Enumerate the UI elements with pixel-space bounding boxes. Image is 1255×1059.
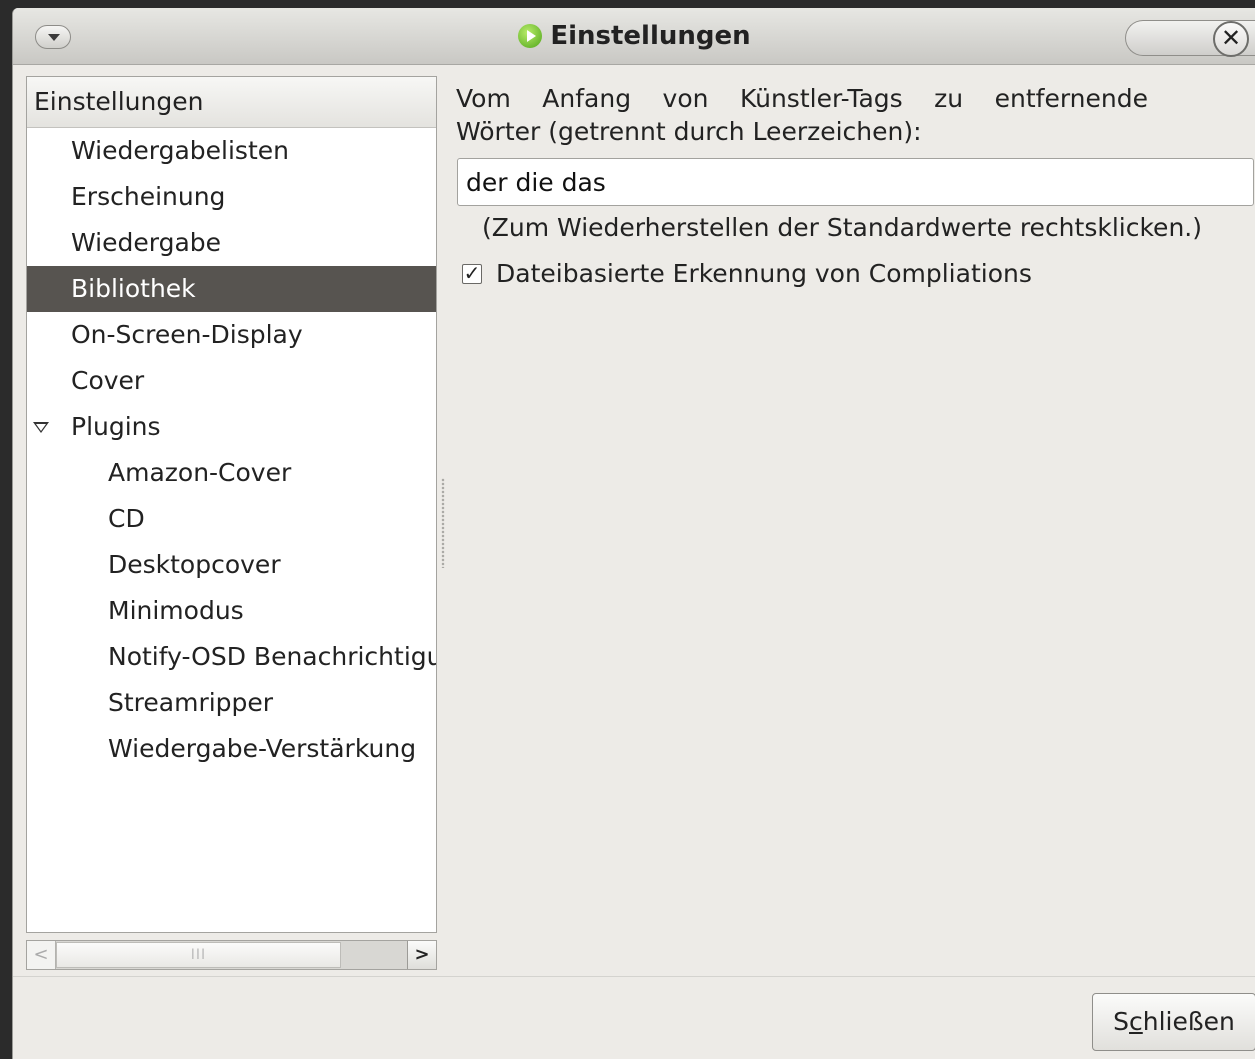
pane-resize-handle[interactable] xyxy=(441,478,445,568)
tree-item-plugin-minimodus[interactable]: Minimodus xyxy=(27,588,436,634)
close-button[interactable]: Schließen xyxy=(1092,993,1255,1051)
tree-item-plugins-label: Plugins xyxy=(71,412,161,441)
scroll-left-arrow-icon[interactable]: < xyxy=(27,941,56,969)
close-label-pre: S xyxy=(1113,1007,1130,1036)
tree-item-playlists[interactable]: Wiedergabelisten xyxy=(27,128,436,174)
scroll-right-arrow-icon[interactable]: > xyxy=(407,941,436,969)
tree-item-library[interactable]: Bibliothek xyxy=(27,266,436,312)
window-title-text: Einstellungen xyxy=(550,21,751,51)
description-word: entfernende xyxy=(994,84,1148,113)
close-icon: ✕ xyxy=(1220,24,1242,52)
preferences-window: Einstellungen ✕ Einstellungen Wiedergabe… xyxy=(12,8,1255,1059)
compilation-detection-checkbox[interactable]: ✓ xyxy=(462,263,482,284)
settings-tree: Einstellungen Wiedergabelisten Erscheinu… xyxy=(26,76,437,933)
tree-item-plugins[interactable]: Plugins xyxy=(27,404,436,450)
close-label-mnemonic: c xyxy=(1129,1007,1143,1036)
footer-separator xyxy=(13,976,1255,977)
words-description-line1: Vom Anfang von Künstler-Tags zu entferne… xyxy=(456,82,1148,115)
words-description-line2: Wörter (getrennt durch Leerzeichen): xyxy=(456,117,922,146)
tree-column-header[interactable]: Einstellungen xyxy=(27,77,436,128)
tree-horizontal-scrollbar[interactable]: < III > xyxy=(26,940,437,970)
tree-item-plugin-cd[interactable]: CD xyxy=(27,496,436,542)
close-window-button[interactable]: ✕ xyxy=(1213,21,1249,57)
title-bar[interactable]: Einstellungen ✕ xyxy=(13,8,1255,65)
tree-item-appearance[interactable]: Erscheinung xyxy=(27,174,436,220)
scrollbar-thumb[interactable]: III xyxy=(56,942,341,968)
tree-item-osd[interactable]: On-Screen-Display xyxy=(27,312,436,358)
tree-item-plugin-notify-osd[interactable]: Notify-OSD Benachrichtigungen xyxy=(27,634,436,680)
words-description: Vom Anfang von Künstler-Tags zu entferne… xyxy=(456,82,1156,148)
description-word: von xyxy=(662,84,709,113)
tree-item-plugin-streamripper[interactable]: Streamripper xyxy=(27,680,436,726)
tree-item-plugin-desktopcover[interactable]: Desktopcover xyxy=(27,542,436,588)
app-play-icon xyxy=(518,24,543,48)
compilation-detection-label[interactable]: Dateibasierte Erkennung von Compliations xyxy=(496,259,1032,288)
window-title: Einstellungen xyxy=(13,18,1255,54)
strip-words-input[interactable] xyxy=(457,158,1254,206)
description-word: Vom xyxy=(456,84,511,113)
description-word: zu xyxy=(934,84,964,113)
compilation-detection-option[interactable]: ✓ Dateibasierte Erkennung von Compliatio… xyxy=(462,259,1032,288)
close-label-post: hließen xyxy=(1142,1007,1235,1036)
reset-hint: (Zum Wiederherstellen der Standardwerte … xyxy=(482,213,1202,242)
tree-item-cover[interactable]: Cover xyxy=(27,358,436,404)
tree-item-plugin-amazon-cover[interactable]: Amazon-Cover xyxy=(27,450,436,496)
description-word: Anfang xyxy=(542,84,632,113)
tree-item-plugin-replaygain[interactable]: Wiedergabe-Verstärkung xyxy=(27,726,436,772)
tree-item-playback[interactable]: Wiedergabe xyxy=(27,220,436,266)
expander-triangle-icon[interactable] xyxy=(33,422,49,433)
description-word: Künstler-Tags xyxy=(739,84,903,113)
